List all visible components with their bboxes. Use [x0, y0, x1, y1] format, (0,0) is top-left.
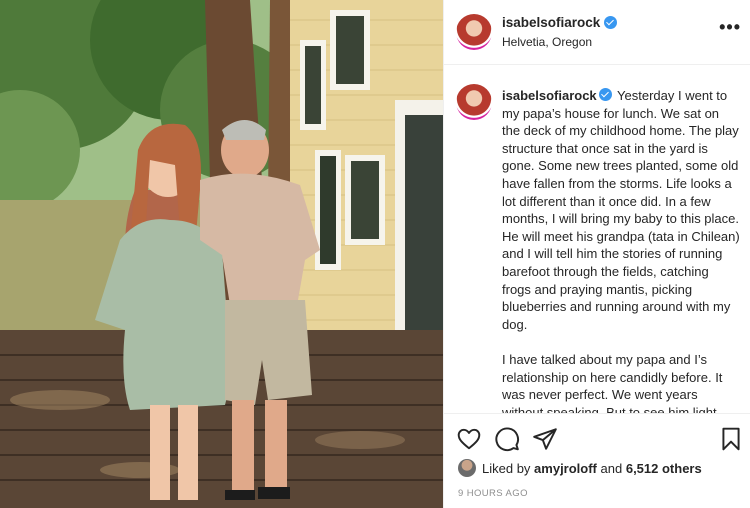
bookmark-icon[interactable]	[718, 426, 744, 452]
comments-area[interactable]: isabelsofiarock Yesterday I went to my p…	[444, 66, 750, 413]
caption-text-paragraph-1: Yesterday I went to my papa’s house for …	[502, 88, 740, 332]
post-detail-panel: isabelsofiarock Helvetia, Oregon ••• isa…	[443, 0, 750, 508]
post-header: isabelsofiarock Helvetia, Oregon •••	[444, 0, 750, 65]
comment-icon[interactable]	[494, 426, 520, 452]
likes-summary[interactable]: Liked by amyjroloff and 6,512 others	[458, 459, 702, 477]
author-username[interactable]: isabelsofiarock	[502, 15, 600, 30]
liker-avatar	[458, 459, 476, 477]
likes-count[interactable]: 6,512 others	[626, 461, 702, 476]
verified-badge-icon	[604, 16, 618, 29]
share-icon[interactable]	[532, 426, 558, 452]
liker-username[interactable]: amyjroloff	[534, 461, 597, 476]
more-options-icon[interactable]: •••	[719, 18, 741, 36]
author-username-row[interactable]: isabelsofiarock	[502, 15, 618, 30]
post-timestamp[interactable]: 9 HOURS AGO	[458, 488, 528, 499]
caption-text-paragraph-2: I have talked about my papa and I’s rela…	[502, 351, 723, 413]
caption-username[interactable]: isabelsofiarock	[502, 88, 597, 103]
post-photo[interactable]	[0, 0, 443, 508]
post-actions: Liked by amyjroloff and 6,512 others 9 H…	[444, 413, 750, 508]
likes-prefix: Liked by	[482, 460, 531, 476]
post-caption: isabelsofiarock Yesterday I went to my p…	[502, 87, 740, 413]
author-avatar[interactable]	[456, 14, 492, 50]
photo-scene	[0, 0, 443, 508]
verified-badge-icon	[598, 88, 612, 101]
heart-icon[interactable]	[456, 426, 482, 452]
post-location[interactable]: Helvetia, Oregon	[502, 35, 592, 49]
likes-joiner: and	[600, 460, 623, 476]
caption-avatar[interactable]	[456, 84, 492, 120]
